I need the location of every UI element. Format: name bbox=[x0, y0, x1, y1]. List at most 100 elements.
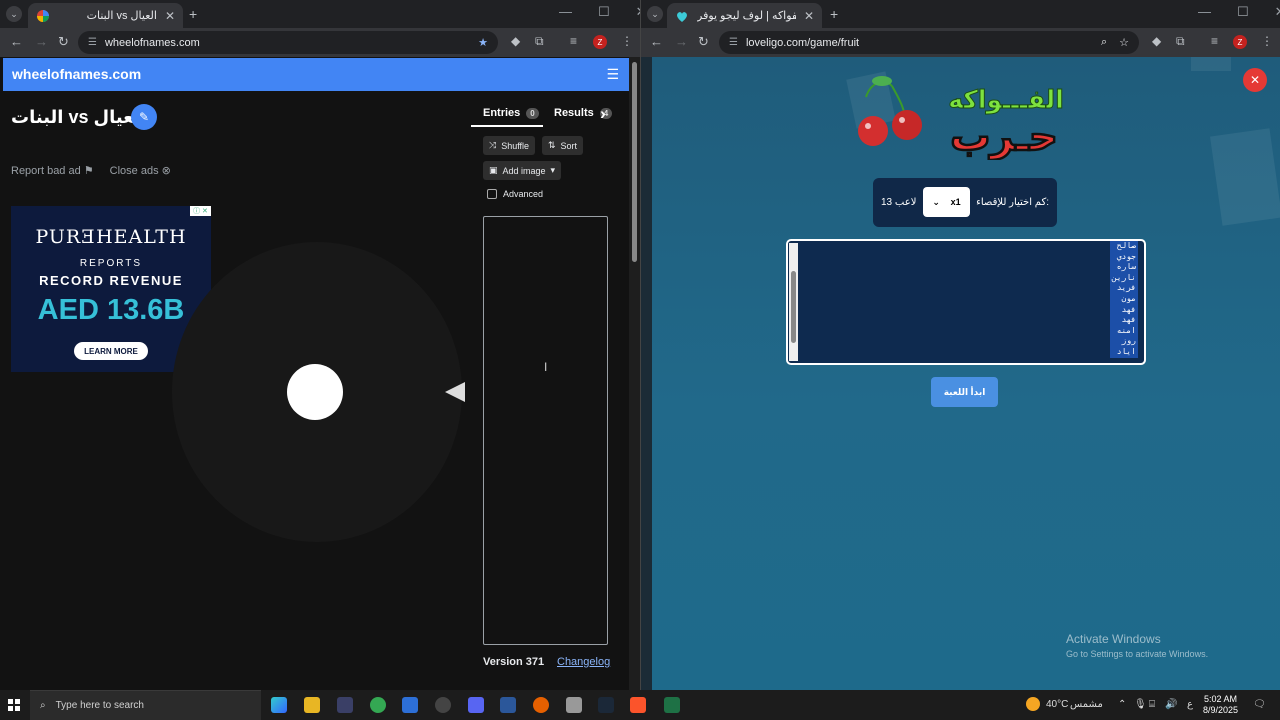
wheel-pointer-icon bbox=[445, 382, 465, 402]
right-bookmark-star-icon[interactable]: ☆ bbox=[1119, 36, 1129, 49]
right-profile-avatar[interactable]: Z bbox=[1233, 35, 1247, 49]
right-back-icon[interactable]: ← bbox=[650, 34, 663, 49]
right-new-tab-icon[interactable]: + bbox=[830, 6, 838, 22]
loveligo-favicon-icon bbox=[677, 11, 687, 22]
names-scrollbar[interactable] bbox=[789, 243, 798, 361]
ad-brand: PURƎHEALTH bbox=[35, 226, 187, 248]
changelog-link[interactable]: Changelog bbox=[557, 656, 610, 668]
brave-icon[interactable] bbox=[630, 697, 646, 713]
ad-learn-more-button[interactable]: LEARN MORE bbox=[74, 342, 148, 360]
ad-choices-icon[interactable]: ⓘ ✕ bbox=[190, 206, 211, 216]
right-scrollbar[interactable] bbox=[641, 57, 652, 690]
right-site-info-icon[interactable]: ☰ bbox=[729, 37, 738, 48]
right-extension-diamond-icon[interactable]: ◆ bbox=[1152, 34, 1161, 48]
weather-temp[interactable]: 40°C bbox=[1046, 699, 1068, 710]
left-new-tab-icon[interactable]: + bbox=[189, 6, 197, 22]
extension-diamond-icon[interactable]: ◆ bbox=[511, 34, 520, 48]
left-active-tab[interactable]: البنات vs العيال ✕ bbox=[28, 3, 183, 28]
left-toolbar: ← → ↻ ☰ wheelofnames.com ★ ◆ ⧉ ≡ Z ⋮ bbox=[0, 28, 640, 57]
right-minimize-icon[interactable]: — bbox=[1198, 4, 1211, 20]
profile-avatar[interactable]: Z bbox=[593, 35, 607, 49]
right-maximize-icon[interactable]: ☐ bbox=[1237, 4, 1249, 20]
close-game-button[interactable]: ✕ bbox=[1243, 68, 1267, 92]
chrome-menu-icon[interactable]: ⋮ bbox=[621, 34, 633, 48]
clock[interactable]: 5:02 AM 8/9/2025 bbox=[1203, 694, 1238, 716]
right-extensions-puzzle-icon[interactable]: ⧉ bbox=[1176, 34, 1185, 49]
elimination-label: كم اختيار للإقصاء: bbox=[976, 197, 1049, 208]
left-window-controls: — ☐ ✕ bbox=[559, 4, 640, 20]
add-image-button[interactable]: ▣ Add image ▾ bbox=[483, 161, 562, 180]
right-chrome-menu-icon[interactable]: ⋮ bbox=[1261, 34, 1273, 48]
wheel-center[interactable] bbox=[287, 364, 343, 420]
right-active-tab[interactable]: لعبة حرب الفواكه | لوف ليجو يوفر ✕ bbox=[667, 3, 822, 28]
left-tab-close-icon[interactable]: ✕ bbox=[165, 9, 175, 23]
site-info-icon[interactable]: ☰ bbox=[88, 37, 97, 48]
microphone-icon[interactable]: 🎙 bbox=[1134, 699, 1147, 710]
store-icon[interactable] bbox=[402, 697, 418, 713]
report-bad-ad-link[interactable]: Report bad ad ⚑ bbox=[11, 164, 94, 177]
elimination-select[interactable]: ⌄ x1 bbox=[923, 187, 970, 217]
discord-icon[interactable] bbox=[468, 697, 484, 713]
minimize-icon[interactable]: — bbox=[559, 4, 572, 20]
app-icon[interactable] bbox=[337, 697, 353, 713]
taskbar-search[interactable]: ⌕ Type here to search bbox=[30, 690, 261, 720]
tab-search-icon[interactable]: ⌄ bbox=[6, 6, 22, 22]
tab-entries[interactable]: Entries 0 bbox=[483, 107, 539, 119]
entries-results-tabs: Entries 0 Results 4 › bbox=[471, 104, 616, 127]
left-scrollbar[interactable] bbox=[629, 57, 640, 690]
right-url: loveligo.com/game/fruit bbox=[745, 36, 860, 49]
checkbox-box[interactable] bbox=[487, 189, 497, 199]
right-forward-icon[interactable]: → bbox=[675, 34, 688, 49]
right-reading-list-icon[interactable]: ≡ bbox=[1211, 34, 1218, 48]
bookmark-star-icon[interactable]: ★ bbox=[478, 36, 488, 49]
flag-icon: ⚑ bbox=[83, 165, 94, 177]
chrome-icon[interactable] bbox=[370, 697, 386, 713]
right-address-bar[interactable]: ☰ loveligo.com/game/fruit ⌕ ☆ bbox=[719, 31, 1139, 54]
forward-icon[interactable]: → bbox=[35, 34, 48, 49]
hamburger-menu-icon[interactable]: ☰ bbox=[606, 66, 619, 83]
volume-icon[interactable]: 🔊 bbox=[1165, 699, 1177, 710]
copilot-icon[interactable] bbox=[271, 697, 287, 713]
excel-icon[interactable] bbox=[664, 697, 680, 713]
active-tab-indicator bbox=[471, 125, 543, 127]
windows-start-icon[interactable] bbox=[8, 699, 20, 711]
reading-list-icon[interactable]: ≡ bbox=[570, 34, 577, 48]
zoom-icon[interactable]: ⌕ bbox=[1101, 36, 1107, 49]
language-indicator[interactable]: ع bbox=[1187, 699, 1193, 710]
firefox-icon[interactable] bbox=[533, 697, 549, 713]
steam-icon[interactable] bbox=[598, 697, 614, 713]
weather-label[interactable]: مشمس bbox=[1070, 699, 1103, 710]
right-tab-search-icon[interactable]: ⌄ bbox=[647, 6, 663, 22]
back-icon[interactable]: ← bbox=[10, 34, 23, 49]
entries-textarea[interactable] bbox=[483, 216, 608, 645]
name-entry: فهد bbox=[1110, 315, 1138, 326]
right-tab-close-icon[interactable]: ✕ bbox=[804, 9, 814, 23]
network-icon[interactable]: ⌸ bbox=[1149, 699, 1155, 710]
file-explorer-icon[interactable] bbox=[304, 697, 320, 713]
maximize-icon[interactable]: ☐ bbox=[598, 4, 610, 20]
chevron-right-icon[interactable]: › bbox=[600, 104, 606, 124]
sort-button[interactable]: ⇅ Sort bbox=[542, 136, 584, 155]
app-icon-2[interactable] bbox=[566, 697, 582, 713]
shuffle-button[interactable]: ⤨ Shuffle bbox=[483, 136, 536, 155]
close-circle-icon: ⊗ bbox=[161, 165, 171, 177]
left-scrollbar-thumb[interactable] bbox=[632, 62, 637, 262]
edit-title-button[interactable]: ✎ bbox=[131, 104, 157, 130]
name-entry: فريد bbox=[1110, 283, 1138, 294]
tray-chevron-up-icon[interactable]: ⌃ bbox=[1118, 699, 1126, 710]
app-circle-icon[interactable] bbox=[435, 697, 451, 713]
right-close-window-icon[interactable]: ✕ bbox=[1275, 4, 1280, 20]
notifications-icon[interactable]: 🗨 bbox=[1253, 699, 1266, 710]
word-icon[interactable] bbox=[500, 697, 516, 713]
right-reload-icon[interactable]: ↻ bbox=[698, 34, 709, 50]
reload-icon[interactable]: ↻ bbox=[58, 34, 69, 50]
names-textarea[interactable]: صالح جودي ساره نارين فريد مون فهد فهد امنه روز ايا… bbox=[786, 239, 1146, 365]
start-game-button[interactable]: ابدأ اللعبة bbox=[931, 377, 998, 407]
close-ads-link[interactable]: Close ads ⊗ bbox=[110, 164, 171, 177]
chevron-down-icon: ⌄ bbox=[932, 196, 940, 207]
names-scrollbar-thumb[interactable] bbox=[791, 271, 796, 343]
advanced-checkbox[interactable]: Advanced bbox=[487, 189, 543, 199]
site-logo[interactable]: wheelofnames.com bbox=[12, 66, 141, 82]
extensions-puzzle-icon[interactable]: ⧉ bbox=[535, 34, 544, 49]
left-address-bar[interactable]: ☰ wheelofnames.com ★ bbox=[78, 31, 498, 54]
